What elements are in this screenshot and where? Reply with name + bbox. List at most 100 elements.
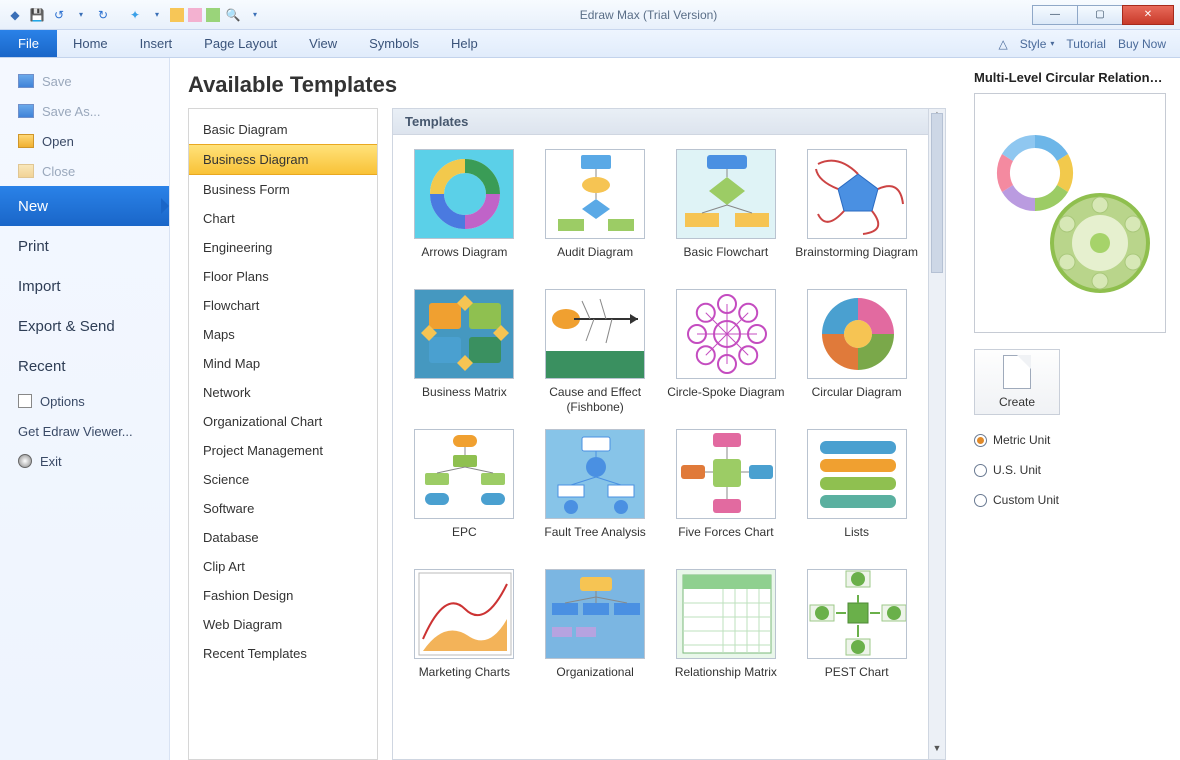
template-item[interactable]: EPC <box>401 429 528 555</box>
category-item[interactable]: Basic Diagram <box>189 115 377 144</box>
style-link[interactable]: Style ▾ <box>1020 37 1055 51</box>
nav-export[interactable]: Export & Send <box>0 306 169 346</box>
scroll-down-icon[interactable]: ▼ <box>929 743 945 759</box>
qat-button-2[interactable] <box>170 8 184 22</box>
category-item[interactable]: Chart <box>189 204 377 233</box>
template-caption: Circular Diagram <box>812 385 902 415</box>
qat-button-3[interactable] <box>188 8 202 22</box>
create-button[interactable]: Create <box>974 349 1060 415</box>
tab-home[interactable]: Home <box>57 30 124 57</box>
nav-get-viewer[interactable]: Get Edraw Viewer... <box>0 416 169 446</box>
unit-option[interactable]: U.S. Unit <box>974 463 1166 477</box>
template-item[interactable]: Relationship Matrix <box>663 569 790 695</box>
template-item[interactable]: Five Forces Chart <box>663 429 790 555</box>
template-caption: Lists <box>844 525 869 555</box>
qat-caret-icon[interactable]: ▾ <box>72 6 90 24</box>
file-tab[interactable]: File <box>0 30 57 57</box>
tab-insert[interactable]: Insert <box>124 30 189 57</box>
save-as-icon <box>18 104 34 118</box>
nav-new[interactable]: New <box>0 186 169 226</box>
qat-caret-2-icon[interactable]: ▾ <box>148 6 166 24</box>
category-item[interactable]: Fashion Design <box>189 581 377 610</box>
category-item[interactable]: Science <box>189 465 377 494</box>
category-list[interactable]: Basic DiagramBusiness DiagramBusiness Fo… <box>188 108 378 760</box>
template-item[interactable]: Circle-Spoke Diagram <box>663 289 790 415</box>
style-caret-icon: ▾ <box>1050 39 1054 48</box>
nav-import-label: Import <box>18 278 61 295</box>
tab-view[interactable]: View <box>293 30 353 57</box>
category-item[interactable]: Maps <box>189 320 377 349</box>
template-thumb <box>414 569 514 659</box>
unit-option[interactable]: Metric Unit <box>974 433 1166 447</box>
buy-now-link[interactable]: Buy Now <box>1118 37 1166 51</box>
undo-icon[interactable]: ↺ <box>50 6 68 24</box>
category-item[interactable]: Recent Templates <box>189 639 377 668</box>
nav-recent[interactable]: Recent <box>0 346 169 386</box>
nav-options-label: Options <box>40 394 85 409</box>
nav-close-label: Close <box>42 164 75 179</box>
nav-save[interactable]: Save <box>0 66 169 96</box>
category-item[interactable]: Software <box>189 494 377 523</box>
templates-grid: Arrows Diagram Audit Diagram Basic Flowc… <box>392 134 929 760</box>
category-item[interactable]: Network <box>189 378 377 407</box>
unit-option[interactable]: Custom Unit <box>974 493 1166 507</box>
qat-button-4[interactable] <box>206 8 220 22</box>
minimize-button[interactable]: — <box>1032 5 1078 25</box>
template-item[interactable]: Audit Diagram <box>532 149 659 275</box>
nav-options[interactable]: Options <box>0 386 169 416</box>
template-item[interactable]: Lists <box>793 429 920 555</box>
category-item[interactable]: Engineering <box>189 233 377 262</box>
category-item[interactable]: Clip Art <box>189 552 377 581</box>
qat-button-5[interactable]: 🔍 <box>224 6 242 24</box>
category-item[interactable]: Database <box>189 523 377 552</box>
templates-header: Templates <box>392 108 929 134</box>
backstage-nav: Save Save As... Open Close New Print Imp… <box>0 58 170 760</box>
category-item[interactable]: Mind Map <box>189 349 377 378</box>
template-item[interactable]: Marketing Charts <box>401 569 528 695</box>
nav-open[interactable]: Open <box>0 126 169 156</box>
template-item[interactable]: PEST Chart <box>793 569 920 695</box>
nav-save-as[interactable]: Save As... <box>0 96 169 126</box>
template-caption: Fault Tree Analysis <box>544 525 645 555</box>
maximize-button[interactable]: ▢ <box>1077 5 1123 25</box>
preview-art <box>980 113 1160 313</box>
redo-icon[interactable]: ↻ <box>94 6 112 24</box>
tab-page-layout[interactable]: Page Layout <box>188 30 293 57</box>
nav-exit[interactable]: Exit <box>0 446 169 476</box>
qat-button-1[interactable]: ✦ <box>126 6 144 24</box>
template-item[interactable]: Arrows Diagram <box>401 149 528 275</box>
category-item[interactable]: Project Management <box>189 436 377 465</box>
qat-overflow-icon[interactable]: ▾ <box>246 6 264 24</box>
tab-symbols[interactable]: Symbols <box>353 30 435 57</box>
template-item[interactable]: Basic Flowchart <box>663 149 790 275</box>
tab-help[interactable]: Help <box>435 30 494 57</box>
preview-panel: Multi-Level Circular Relations... <box>964 58 1180 760</box>
category-item[interactable]: Floor Plans <box>189 262 377 291</box>
template-thumb <box>414 289 514 379</box>
template-item[interactable]: Fault Tree Analysis <box>532 429 659 555</box>
nav-close[interactable]: Close <box>0 156 169 186</box>
category-item[interactable]: Business Diagram <box>189 144 377 175</box>
radio-icon <box>974 434 987 447</box>
close-button[interactable]: ✕ <box>1122 5 1174 25</box>
template-item[interactable]: Organizational <box>532 569 659 695</box>
category-item[interactable]: Flowchart <box>189 291 377 320</box>
nav-import[interactable]: Import <box>0 266 169 306</box>
template-item[interactable]: Circular Diagram <box>793 289 920 415</box>
unit-label: Metric Unit <box>993 433 1050 447</box>
template-item[interactable]: Business Matrix <box>401 289 528 415</box>
save-icon[interactable]: 💾 <box>28 6 46 24</box>
template-caption: Audit Diagram <box>557 245 633 275</box>
template-item[interactable]: Brainstorming Diagram <box>793 149 920 275</box>
template-item[interactable]: Cause and Effect (Fishbone) <box>532 289 659 415</box>
nav-print[interactable]: Print <box>0 226 169 266</box>
scroll-handle[interactable] <box>931 113 943 273</box>
category-item[interactable]: Web Diagram <box>189 610 377 639</box>
category-item[interactable]: Organizational Chart <box>189 407 377 436</box>
category-item[interactable]: Business Form <box>189 175 377 204</box>
tutorial-link[interactable]: Tutorial <box>1066 37 1106 51</box>
ribbon-minimize-icon[interactable]: △ <box>998 37 1007 51</box>
template-caption: EPC <box>452 525 477 555</box>
templates-scrollbar[interactable]: ▲ ▼ <box>929 108 946 760</box>
unit-label: U.S. Unit <box>993 463 1041 477</box>
